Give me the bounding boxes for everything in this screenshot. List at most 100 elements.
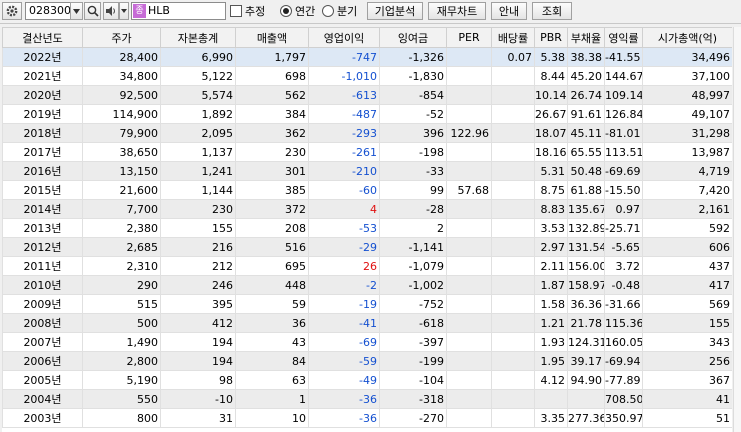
table-cell: 156.00 (567, 256, 605, 276)
column-header[interactable]: 부채율 (567, 27, 605, 48)
table-cell: 246 (160, 275, 236, 295)
table-cell: 362 (235, 123, 309, 143)
table-row[interactable]: 2016년 13,150 1,241 301 -210 -33 5.31 50.48 -69.6… (2, 161, 732, 181)
table-row[interactable]: 2015년 21,600 1,144 385 -60 99 57.68 8.75 61.88 -1… (2, 180, 732, 200)
table-cell (491, 408, 535, 428)
table-cell: 1,892 (160, 104, 236, 124)
table-cell: 301 (235, 161, 309, 181)
table-cell: -1,830 (379, 66, 447, 86)
table-cell: -210 (308, 161, 380, 181)
column-header[interactable]: 잉여금 (379, 27, 447, 48)
checkbox-box[interactable] (230, 5, 242, 17)
estimate-checkbox[interactable]: 추정 (230, 2, 274, 20)
table-cell: 1.21 (534, 313, 568, 333)
table-cell: 2007년 (2, 332, 83, 352)
table-cell: 94.90 (567, 370, 605, 390)
quarter-radio[interactable]: 분기 (322, 2, 364, 20)
table-row[interactable]: 2017년 38,650 1,137 230 -261 -198 18.16 65.55 113… (2, 142, 732, 162)
table-cell (446, 332, 492, 352)
table-row[interactable]: 2019년 114,900 1,892 384 -487 -52 26.67 91.61 126… (2, 104, 732, 124)
table-cell (446, 408, 492, 428)
column-header[interactable]: 영익률 (604, 27, 643, 48)
annual-radio-dot[interactable] (280, 5, 292, 17)
table-row[interactable]: 2011년 2,310 212 695 26 -1,079 2.11 156.00 3.72 43… (2, 256, 732, 276)
table-cell: 5,574 (160, 85, 236, 105)
guide-button[interactable]: 안내 (491, 2, 527, 20)
column-header[interactable]: PBR (534, 27, 568, 48)
table-cell: -31.66 (604, 294, 643, 314)
table-cell: 0.97 (604, 199, 643, 219)
search-icon[interactable] (84, 2, 101, 20)
table-row[interactable]: 2022년 28,400 6,990 1,797 -747 -1,326 0.07 5.38 3… (2, 47, 732, 67)
quarter-label: 분기 (337, 5, 358, 18)
settings-gear-icon[interactable] (2, 2, 22, 20)
column-header[interactable]: 주가 (82, 27, 161, 48)
table-row[interactable]: 2010년 290 246 448 -2 -1,002 1.87 158.97 -0.48 417 (2, 275, 732, 295)
speaker-dropdown-chevron-down-icon[interactable] (119, 2, 129, 20)
table-cell: 38,650 (82, 142, 161, 162)
table-cell: -613 (308, 85, 380, 105)
table-cell: 26 (308, 256, 380, 276)
query-button[interactable]: 조회 (532, 2, 572, 20)
column-header[interactable]: 결산년도 (2, 27, 83, 48)
table-cell: 43 (235, 332, 309, 352)
company-analysis-button[interactable]: 기업분석 (367, 2, 423, 20)
table-cell: 158.97 (567, 275, 605, 295)
table-cell: 34,496 (642, 47, 732, 67)
financial-chart-button[interactable]: 재무차트 (428, 2, 486, 20)
table-row[interactable]: 2004년 550 -10 1 -36 -318 708.50 41 (2, 389, 732, 409)
column-header[interactable]: 배당률 (491, 27, 535, 48)
table-row[interactable]: 2006년 2,800 194 84 -59 -199 1.95 39.17 -69.94 256 (2, 351, 732, 371)
column-header[interactable]: PER (446, 27, 492, 48)
table-cell: 65.55 (567, 142, 605, 162)
table-cell: 2006년 (2, 351, 83, 371)
financial-table[interactable]: 결산년도 주가 자본총계 매출액 영업이익 잉여금 PER 배당률 PBR 부채율 영익률 시가총액(… (2, 27, 732, 432)
table-row[interactable]: 2012년 2,685 216 516 -29 -1,141 2.97 131.54 -5.65… (2, 237, 732, 257)
annual-radio[interactable]: 연간 (280, 2, 322, 20)
table-cell: -752 (379, 294, 447, 314)
table-cell: 2011년 (2, 256, 83, 276)
table-row[interactable]: 2018년 79,900 2,095 362 -293 396 122.96 18.07 45.… (2, 123, 732, 143)
table-cell: 114,900 (82, 104, 161, 124)
table-cell: 79,900 (82, 123, 161, 143)
table-row[interactable]: 2003년 800 31 10 -36 -270 3.35 277.36 350.97 51 (2, 408, 732, 428)
column-header[interactable]: 시가총액(억) (642, 27, 732, 48)
table-cell: 417 (642, 275, 732, 295)
vertical-scrollbar[interactable] (733, 27, 741, 432)
speaker-icon[interactable] (103, 2, 119, 20)
table-row[interactable]: 2014년 7,700 230 372 4 -28 8.83 135.67 0.97 2,161 (2, 199, 732, 219)
table-row[interactable]: 2020년 92,500 5,574 562 -613 -854 10.14 26.74 109… (2, 85, 732, 105)
table-cell: 48,997 (642, 85, 732, 105)
table-cell: 1,144 (160, 180, 236, 200)
table-cell: 1,490 (82, 332, 161, 352)
table-cell (446, 142, 492, 162)
quarter-radio-dot[interactable] (322, 5, 334, 17)
table-cell: -293 (308, 123, 380, 143)
column-header[interactable]: 매출액 (235, 27, 309, 48)
table-cell: -261 (308, 142, 380, 162)
table-cell (491, 332, 535, 352)
table-row[interactable]: 2008년 500 412 36 -41 -618 1.21 21.78 115.36 155 (2, 313, 732, 333)
table-cell: 18.07 (534, 123, 568, 143)
table-row[interactable]: 2021년 34,800 5,122 698 -1,010 -1,830 8.44 45.20… (2, 66, 732, 86)
code-dropdown-chevron-down-icon[interactable] (70, 2, 83, 20)
table-cell: 109.14 (604, 85, 643, 105)
table-cell: -69.69 (604, 161, 643, 181)
table-cell: 1.95 (534, 351, 568, 371)
table-row[interactable]: 2005년 5,190 98 63 -49 -104 4.12 94.90 -77.89 367 (2, 370, 732, 390)
table-cell: 5,122 (160, 66, 236, 86)
table-cell: 39.17 (567, 351, 605, 371)
stock-name-field[interactable]: 종 HLB (131, 2, 226, 20)
table-cell: 28,400 (82, 47, 161, 67)
table-cell: 194 (160, 351, 236, 371)
table-row[interactable]: 2009년 515 395 59 -19 -752 1.58 36.36 -31.66 569 (2, 294, 732, 314)
column-header[interactable]: 영업이익 (308, 27, 380, 48)
table-cell: 8.44 (534, 66, 568, 86)
table-cell: 2,161 (642, 199, 732, 219)
table-row[interactable]: 2007년 1,490 194 43 -69 -397 1.93 124.31 160.05 34… (2, 332, 732, 352)
column-header[interactable]: 자본총계 (160, 27, 236, 48)
stock-code-input[interactable]: 028300 (25, 2, 71, 20)
table-cell (491, 66, 535, 86)
table-row[interactable]: 2013년 2,380 155 208 -53 2 3.53 132.89 -25.71 592 (2, 218, 732, 238)
table-cell: 516 (235, 237, 309, 257)
